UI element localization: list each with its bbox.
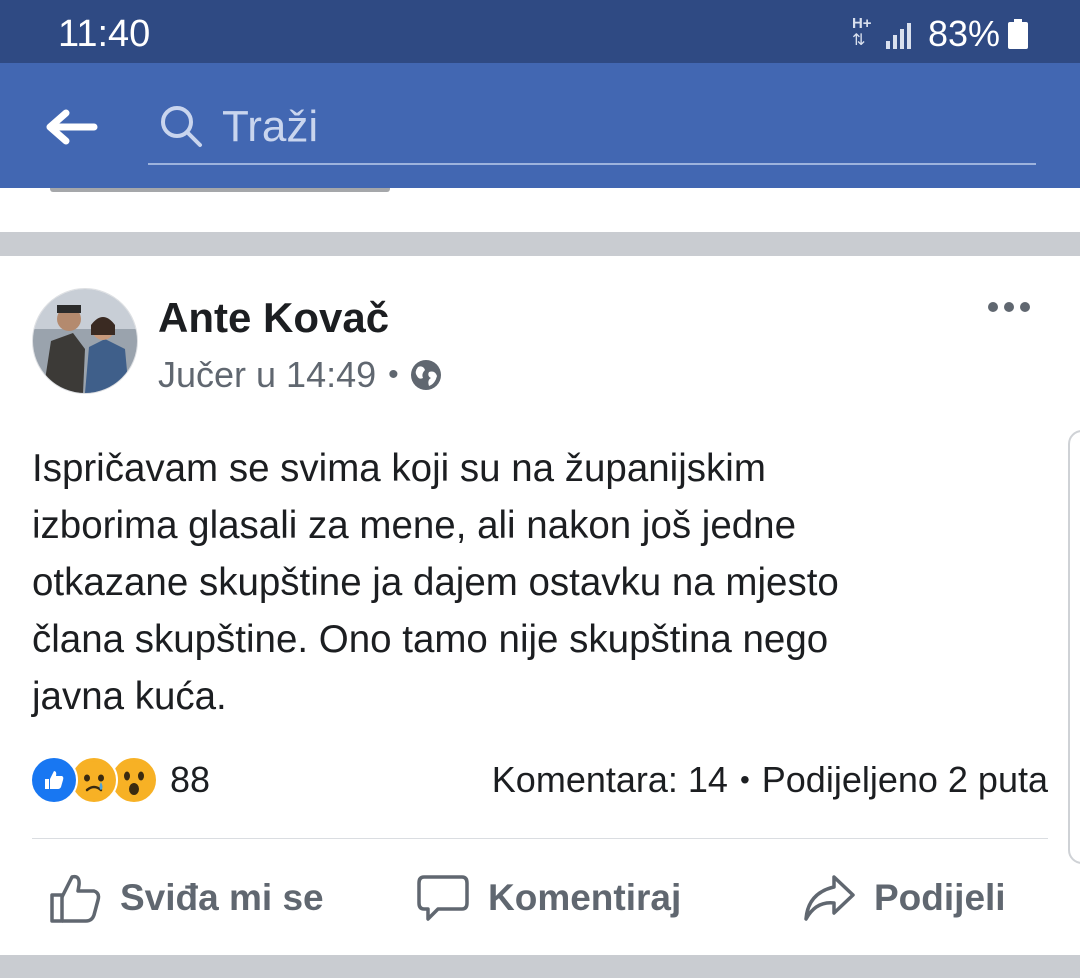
search-input[interactable]: Traži <box>148 93 1036 165</box>
feed-separator <box>0 232 1080 256</box>
signal-icon <box>885 19 914 49</box>
meta-separator: • <box>388 358 399 391</box>
post-card: Ante Kovač Jučer u 14:49 • Ispričavam se… <box>0 256 1080 955</box>
search-icon <box>161 106 202 147</box>
share-count[interactable]: Podijeljeno 2 puta <box>762 759 1048 801</box>
status-bar: 11:40 H+ ⇅ 83% <box>0 0 1080 63</box>
thumbs-up-icon <box>50 874 101 923</box>
scrollbar-handle[interactable] <box>1068 430 1080 864</box>
battery-icon <box>1008 19 1028 49</box>
post-meta: Jučer u 14:49 • <box>158 354 443 396</box>
reaction-count: 88 <box>170 759 211 800</box>
status-icons: H+ ⇅ 83% <box>852 10 1028 58</box>
back-arrow-icon <box>46 109 98 145</box>
like-button-label: Sviđa mi se <box>120 877 324 918</box>
comment-button-label: Komentiraj <box>488 877 682 918</box>
reactions-summary[interactable]: 88 <box>30 756 210 804</box>
back-button[interactable] <box>44 105 104 149</box>
like-reaction-icon <box>30 756 78 804</box>
post-author[interactable]: Ante Kovač <box>158 294 389 342</box>
search-header: Traži <box>0 63 1080 188</box>
share-button-label: Podijeli <box>874 877 1006 918</box>
feed-separator-bottom <box>0 955 1080 978</box>
search-placeholder: Traži <box>222 102 319 151</box>
like-button[interactable]: Sviđa mi se <box>48 868 324 928</box>
comment-count[interactable]: Komentara: 14 <box>492 759 728 801</box>
network-type-icon: H+ ⇅ <box>851 15 872 50</box>
battery-percent: 83% <box>927 13 1000 54</box>
previous-post-fragment <box>0 188 1080 232</box>
post-text: Ispričavam se svima koji su na županijsk… <box>32 447 839 718</box>
status-time: 11:40 <box>58 13 151 55</box>
avatar[interactable] <box>32 288 138 394</box>
share-icon <box>804 875 855 921</box>
avatar-photo <box>33 289 137 393</box>
action-divider <box>32 838 1048 839</box>
post-stats: Komentara: 14 • Podijeljeno 2 puta <box>492 756 1048 804</box>
share-button[interactable]: Podijeli <box>802 868 1006 928</box>
post-timestamp[interactable]: Jučer u 14:49 <box>158 354 376 396</box>
comment-icon <box>417 875 469 921</box>
globe-icon <box>410 360 441 390</box>
comment-button[interactable]: Komentiraj <box>416 868 681 928</box>
stats-separator: • <box>739 764 750 795</box>
more-options-button[interactable] <box>986 296 1034 320</box>
